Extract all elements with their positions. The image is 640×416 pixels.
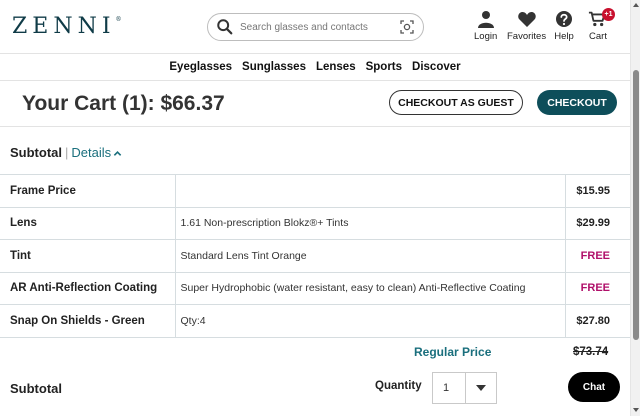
quantity-label: Quantity <box>375 380 422 392</box>
chevron-up-icon[interactable] <box>113 149 122 158</box>
table-row: Tint Standard Lens Tint Orange FREE <box>0 239 630 273</box>
category-sports[interactable]: Sports <box>366 61 402 73</box>
chat-button[interactable]: Chat <box>568 372 620 402</box>
category-eyeglasses[interactable]: Eyeglasses <box>169 61 232 73</box>
checkout-as-guest-button[interactable]: CHECKOUT AS GUEST <box>389 90 523 115</box>
category-discover[interactable]: Discover <box>412 61 461 73</box>
subtotal-separator: | <box>65 145 69 160</box>
quantity-dropdown-toggle[interactable] <box>464 373 496 403</box>
item-name: Tint <box>0 239 176 273</box>
category-nav: Eyeglasses Sunglasses Lenses Sports Disc… <box>0 54 630 81</box>
item-price: $27.80 <box>565 304 630 338</box>
scroll-down-arrow-icon[interactable] <box>633 408 639 412</box>
nav-login-label: Login <box>474 31 498 42</box>
scroll-up-arrow-icon[interactable] <box>633 3 639 7</box>
regular-price-label: Regular Price <box>414 345 492 359</box>
category-lenses[interactable]: Lenses <box>316 61 356 73</box>
nav-cart[interactable]: +1 Cart <box>588 8 615 42</box>
search-input[interactable] <box>240 21 390 33</box>
item-price: FREE <box>565 239 630 273</box>
nav-login[interactable]: Login <box>474 10 497 42</box>
item-name: Snap On Shields - Green <box>0 304 176 338</box>
item-description: Standard Lens Tint Orange <box>175 239 567 273</box>
user-icon <box>477 11 494 28</box>
heart-icon <box>517 12 536 27</box>
item-description <box>175 174 567 208</box>
cart-count-badge: +1 <box>602 8 615 21</box>
item-description: 1.61 Non-prescription Blokz®+ Tints <box>175 206 567 240</box>
help-icon <box>556 11 572 27</box>
item-description: Qty:4 <box>175 304 567 338</box>
category-sunglasses[interactable]: Sunglasses <box>242 61 306 73</box>
details-link[interactable]: Details <box>71 145 111 160</box>
table-row: AR Anti-Reflection Coating Super Hydroph… <box>0 271 630 305</box>
nav-cart-label: Cart <box>589 31 607 42</box>
nav-help-label: Help <box>554 31 574 42</box>
subtotal-label: Subtotal <box>10 145 62 160</box>
item-price: $29.99 <box>565 206 630 240</box>
item-price: $15.95 <box>565 174 630 208</box>
quantity-value: 1 <box>443 382 450 394</box>
nav-help[interactable]: Help <box>554 10 574 42</box>
table-row: Lens 1.61 Non-prescription Blokz®+ Tints… <box>0 206 630 240</box>
search-bar[interactable] <box>207 13 424 41</box>
caret-down-icon <box>475 385 486 391</box>
scrollbar-thumb[interactable] <box>633 70 639 340</box>
item-subtotal-label: Subtotal <box>10 381 62 396</box>
nav-favorites[interactable]: Favorites <box>507 10 546 42</box>
site-header: ZENNI® Login Favorites Help <box>0 0 630 54</box>
item-price: FREE <box>565 271 630 305</box>
item-name: Lens <box>0 206 176 240</box>
search-icon[interactable] <box>216 18 234 36</box>
table-row: Snap On Shields - Green Qty:4 $27.80 <box>0 304 630 338</box>
table-row: Frame Price $15.95 <box>0 174 630 208</box>
item-description: Super Hydrophobic (water resistant, easy… <box>175 271 567 305</box>
cart-header: Your Cart (1): $66.37 CHECKOUT AS GUEST … <box>0 81 630 127</box>
price-breakdown-table: Frame Price $15.95 Lens 1.61 Non-prescri… <box>0 174 630 338</box>
nav-favorites-label: Favorites <box>507 31 547 42</box>
item-name: AR Anti-Reflection Coating <box>0 271 176 305</box>
page-scrollbar[interactable] <box>630 0 640 416</box>
subtotal-details-toggle: Subtotal | Details <box>10 145 122 160</box>
visual-search-icon[interactable] <box>399 19 415 35</box>
regular-price-value: $73.74 <box>573 346 609 358</box>
item-name: Frame Price <box>0 174 176 208</box>
checkout-button[interactable]: CHECKOUT <box>537 90 617 115</box>
quantity-select[interactable]: 1 <box>432 372 497 404</box>
zenni-logo[interactable]: ZENNI® <box>12 14 122 39</box>
cart-title: Your Cart (1): $66.37 <box>22 92 225 115</box>
